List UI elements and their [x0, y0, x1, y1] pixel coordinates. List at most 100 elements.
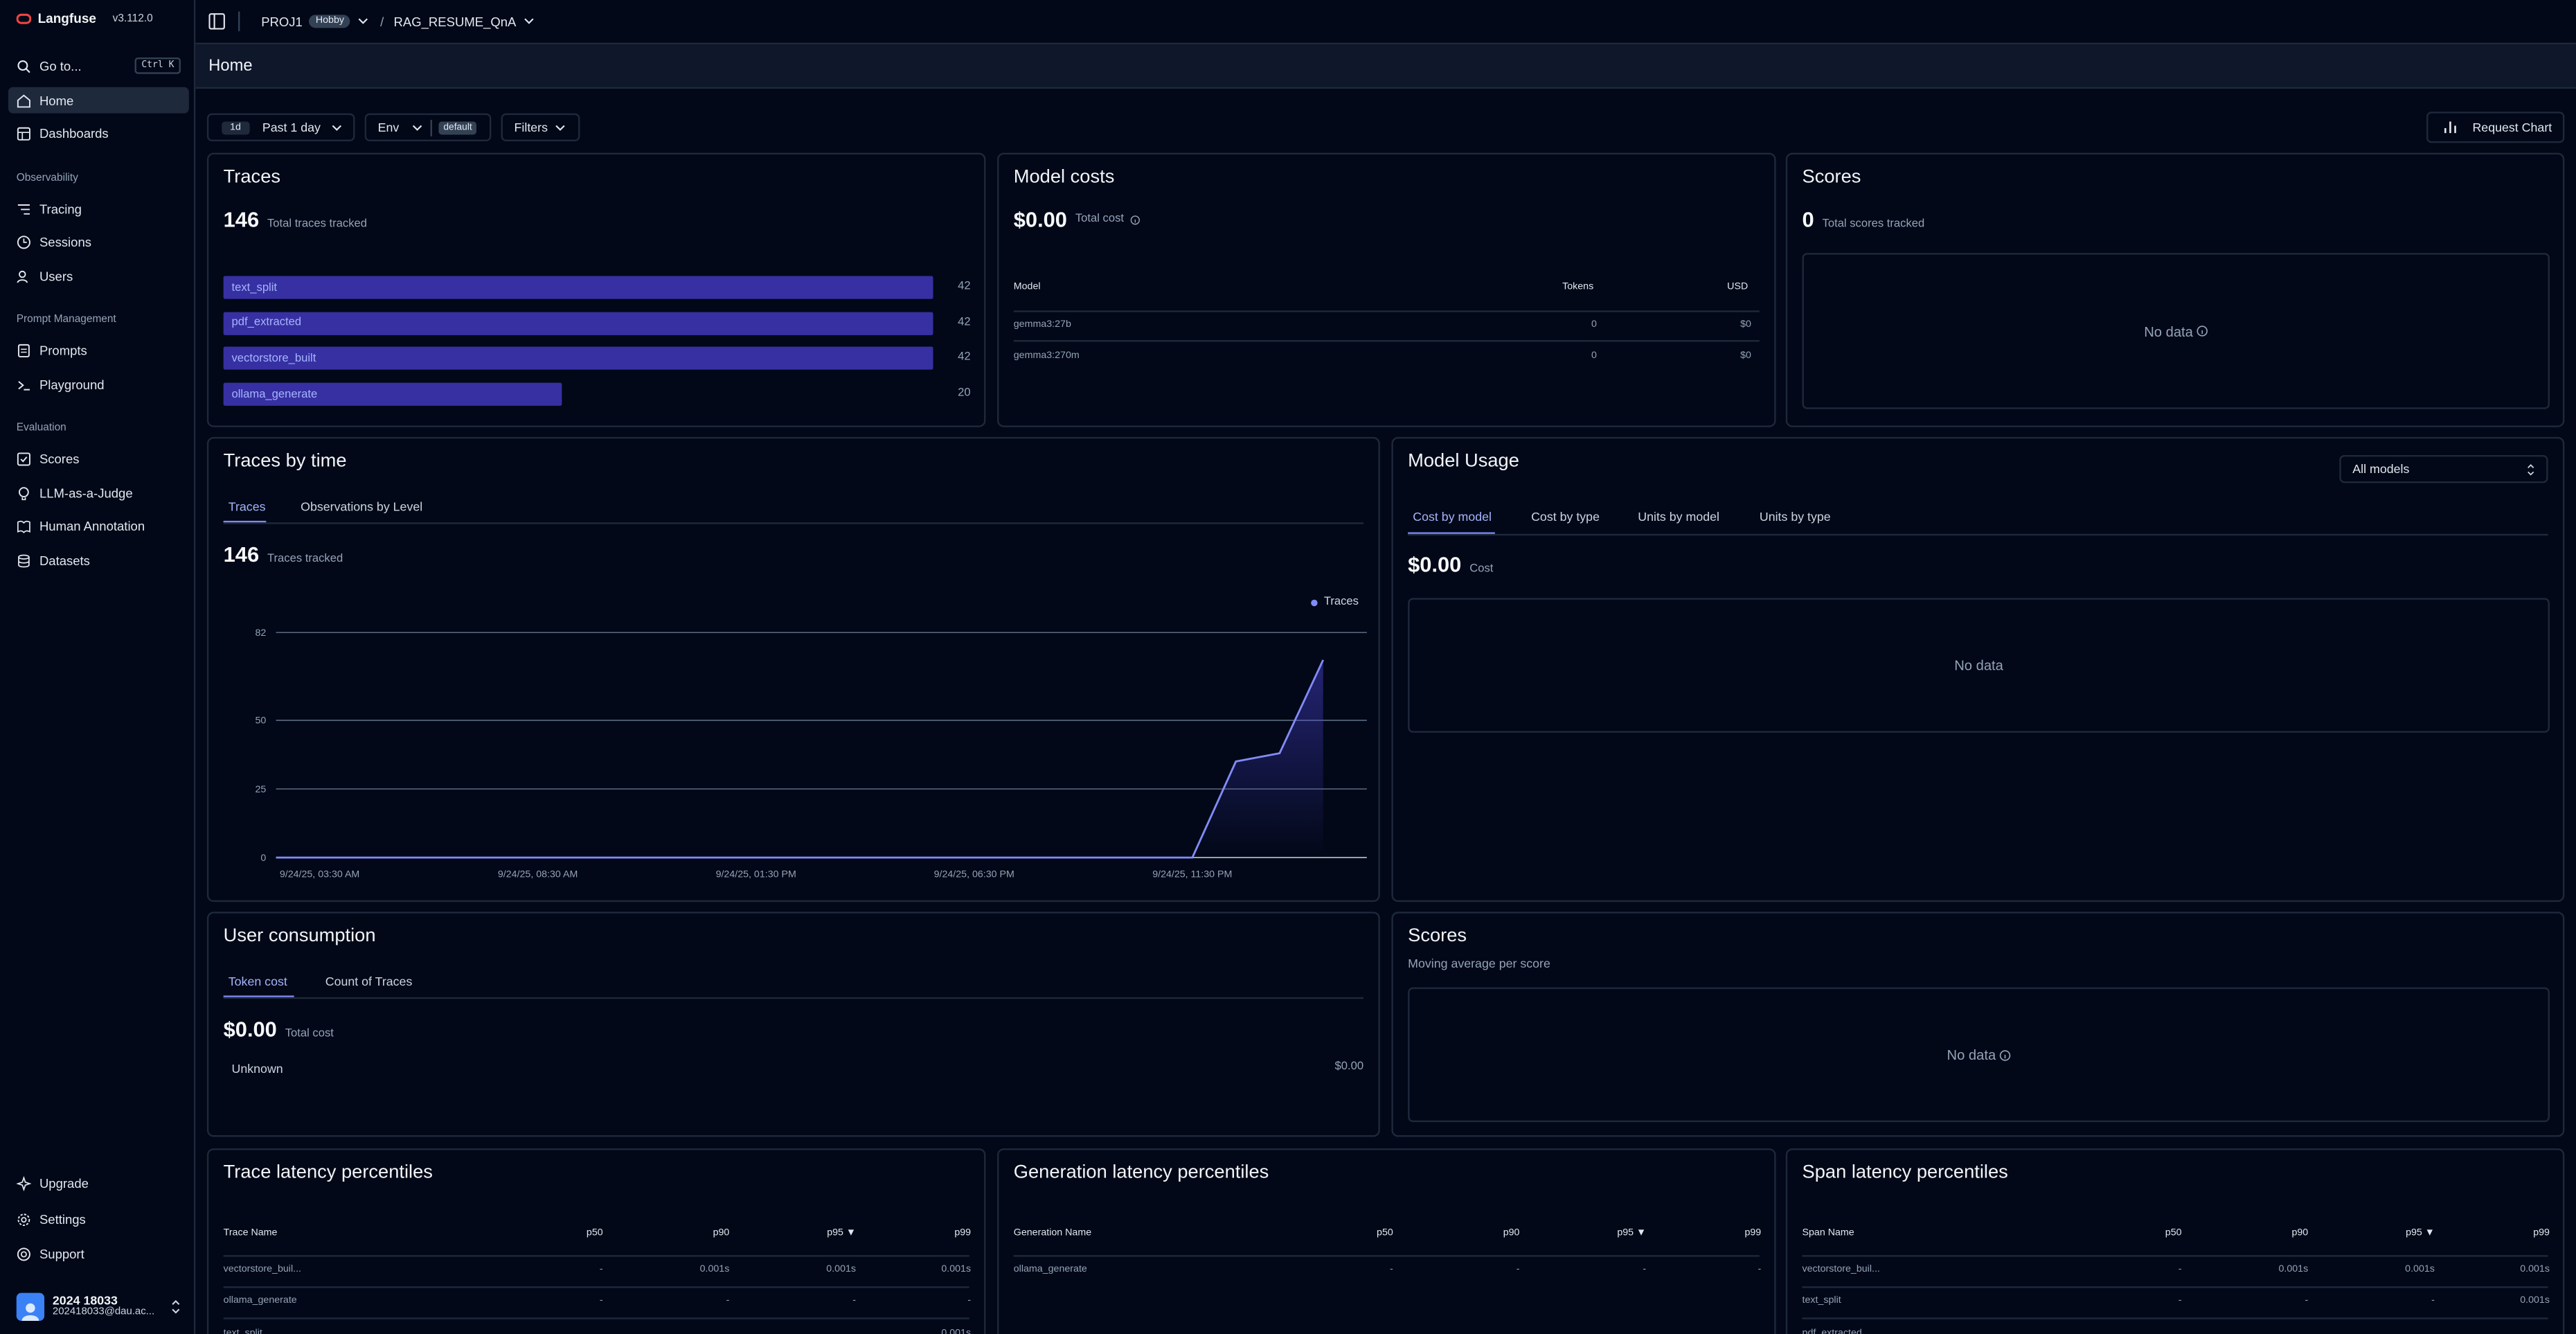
card-title: Trace latency percentiles [223, 1163, 433, 1183]
x-tick-label: 9/24/25, 06:30 PM [934, 869, 1014, 880]
bar-value: 42 [958, 281, 971, 293]
tab-cost-by-model[interactable]: Cost by model [1413, 509, 1492, 524]
total-cost-label: Total cost [285, 1028, 334, 1040]
traces-total: 146 Total traces tracked [224, 207, 367, 232]
y-tick-label: 0 [260, 853, 266, 864]
sidebar-item-human-annotation[interactable]: Human Annotation [8, 513, 189, 539]
info-icon [2197, 326, 2208, 337]
sidebar-toggle-icon[interactable] [208, 13, 225, 30]
sidebar-item-home[interactable]: Home [8, 87, 189, 114]
sidebar-item-dashboards[interactable]: Dashboards [8, 120, 189, 146]
no-data-label: No data [1954, 657, 2003, 674]
column-header: Span Name [1802, 1229, 1854, 1239]
info-icon[interactable] [1130, 215, 1141, 224]
model-usage-cost: $0.00 Cost [1408, 552, 1493, 577]
sidebar-item-datasets[interactable]: Datasets [8, 547, 189, 573]
page-title: Home [208, 56, 253, 75]
tab-cost-by-type[interactable]: Cost by type [1531, 509, 1600, 524]
table-cell: - [967, 1297, 972, 1307]
column-header: p50 [2165, 1229, 2182, 1239]
table-cell: - [726, 1297, 730, 1307]
table-cell: 0.001s [941, 1265, 972, 1275]
sidebar-item-llm-as-a-judge[interactable]: LLM-as-a-Judge [8, 480, 189, 506]
sidebar-item-label: LLM-as-a-Judge [39, 485, 133, 501]
sidebar-item-playground[interactable]: Playground [8, 371, 189, 398]
series-area [276, 659, 1323, 858]
column-header: p99 [1744, 1229, 1762, 1239]
app-selector[interactable]: RAG_RESUME_QnA [394, 14, 535, 29]
sidebar-item-label: Support [39, 1246, 84, 1261]
table-cell: gemma3:270m [1013, 351, 1080, 362]
langfuse-logo-icon [16, 13, 32, 24]
filters-button[interactable]: Filters [501, 113, 580, 141]
check-square-icon [17, 452, 30, 465]
column-header: Trace Name [223, 1229, 278, 1239]
table-cell: 0.001s [2520, 1265, 2550, 1275]
sidebar-item-settings[interactable]: Settings [8, 1206, 189, 1232]
user-consumption-card: User consumption Token cost Count of Tra… [206, 911, 1380, 1137]
sidebar-item-tracing[interactable]: Tracing [8, 195, 189, 222]
scores-count: 0 [1802, 206, 1814, 232]
table-cell: ollama_generate [223, 1297, 297, 1307]
column-header: p90 [1503, 1229, 1520, 1239]
trace-bar: ollama_generate [223, 382, 562, 407]
table-cell: - [1390, 1265, 1393, 1275]
sidebar-item-prompts[interactable]: Prompts [8, 337, 189, 363]
column-header: USD [1727, 282, 1748, 293]
column-header: p50 [586, 1229, 603, 1239]
card-title: Model Usage [1408, 452, 1519, 472]
trace-bar: pdf_extracted [223, 311, 933, 335]
sidebar-item-label: Playground [39, 377, 105, 392]
sidebar-item-users[interactable]: Users [8, 263, 189, 290]
sidebar-item-label: Upgrade [39, 1175, 89, 1191]
date-range-picker[interactable]: 1d Past 1 day [206, 113, 355, 141]
tab-count-of-traces[interactable]: Count of Traces [325, 975, 413, 989]
clock-icon [17, 235, 30, 249]
divider [1802, 1255, 2548, 1257]
table-cell: - [2305, 1297, 2309, 1307]
sidebar-item-scores[interactable]: Scores [8, 445, 189, 472]
tab-units-by-model[interactable]: Units by model [1638, 509, 1719, 524]
x-tick-label: 9/24/25, 03:30 AM [280, 869, 359, 880]
divider [223, 997, 1364, 999]
group-label-observability: Observability [16, 172, 78, 184]
scores-total: 0 Total scores tracked [1803, 207, 1925, 232]
traces-time-chart: 0 25 50 82 9/24/25, 03:30 AM 9/24/25, 08:30 A… [255, 628, 1367, 880]
top-bar: PROJ1 Hobby / RAG_RESUME_QnA [195, 0, 2576, 45]
chevrons-up-down-icon [172, 1299, 180, 1313]
dashboard-icon [17, 126, 30, 140]
lightbulb-icon [19, 486, 29, 499]
sidebar-item-support[interactable]: Support [8, 1240, 189, 1267]
x-tick-label: 9/24/25, 11:30 PM [1152, 869, 1232, 880]
gear-icon [17, 1213, 30, 1225]
x-tick-label: 9/24/25, 01:30 PM [716, 869, 796, 880]
project-selector[interactable]: PROJ1 Hobby [261, 14, 369, 29]
card-title: Generation latency percentiles [1013, 1163, 1269, 1183]
env-value-badge: default [438, 121, 477, 134]
table-cell: - [599, 1265, 603, 1275]
column-header: Tokens [1562, 282, 1594, 293]
env-filter[interactable]: Env default [364, 113, 492, 141]
goto-shortcut: Ctrl K [134, 57, 181, 74]
model-select[interactable]: All models [2339, 455, 2548, 483]
y-tick-label: 82 [255, 628, 266, 639]
goto-button[interactable]: Go to... Ctrl K [8, 53, 189, 79]
users-icon [17, 269, 28, 283]
no-data-panel: No data [1408, 598, 2550, 733]
group-label-prompt-management: Prompt Management [16, 314, 116, 326]
terminal-icon [18, 380, 30, 390]
column-header: Model [1013, 282, 1041, 293]
sidebar-item-sessions[interactable]: Sessions [8, 229, 189, 255]
user-menu[interactable]: 2024 18033 202418033@dau.ac... [8, 1286, 189, 1326]
request-chart-button[interactable]: Request Chart [2426, 112, 2565, 143]
tab-units-by-type[interactable]: Units by type [1760, 509, 1831, 524]
tab-token-cost[interactable]: Token cost [229, 975, 287, 989]
card-title: Traces [223, 167, 281, 188]
table-cell: 0.001s [2520, 1297, 2550, 1307]
chevron-down-icon [332, 124, 342, 130]
table-cell: vectorstore_buil... [223, 1265, 302, 1275]
column-header: p50 [1377, 1229, 1393, 1239]
sidebar-item-upgrade[interactable]: Upgrade [8, 1170, 189, 1196]
user-email: 202418033@dau.ac... [52, 1305, 155, 1317]
app-logo[interactable]: Langfuse v3.112.0 [16, 12, 153, 26]
